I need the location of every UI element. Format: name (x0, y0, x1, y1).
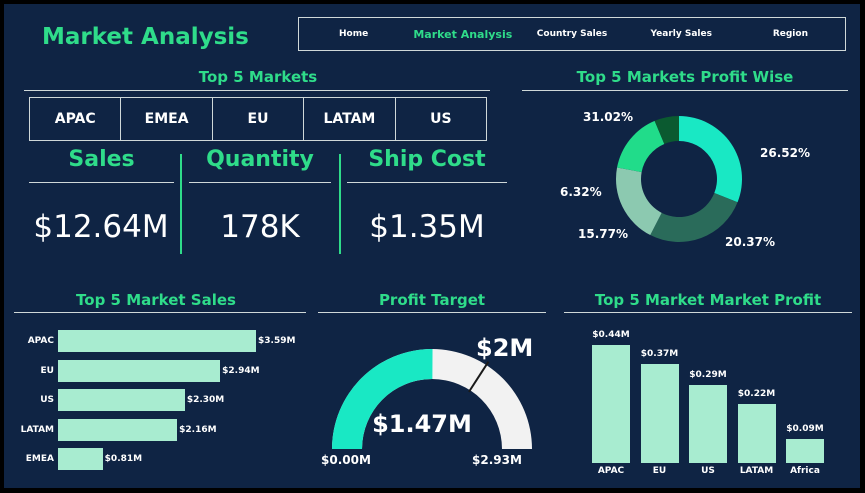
bar-category-label: EMEA (25, 454, 54, 464)
top-markets-title: Top 5 Markets (198, 68, 318, 86)
nav-item-country-sales[interactable]: Country Sales (517, 29, 626, 39)
donut-slice[interactable] (617, 120, 665, 173)
nav-bar: Home Market Analysis Country Sales Yearl… (298, 17, 846, 51)
kpi-quantity-value: 178K (220, 209, 300, 245)
donut-label: 26.52% (760, 146, 810, 160)
bar-value-label: $0.81M (104, 454, 143, 464)
donut-label: 6.32% (560, 185, 602, 199)
kpi-sales-rule (29, 182, 174, 183)
market-slicer-item[interactable]: EMEA (121, 98, 213, 140)
bar-value-label: $2.94M (222, 365, 260, 376)
bar-category-label: LATAM (20, 424, 54, 435)
donut-title: Top 5 Markets Profit Wise (576, 68, 794, 86)
kpi-ship-cost-value: $1.35M (369, 209, 485, 245)
bar[interactable] (58, 448, 103, 470)
bar[interactable] (58, 389, 185, 411)
bar[interactable] (737, 404, 776, 463)
nav-item-yearly-sales[interactable]: Yearly Sales (627, 29, 736, 39)
kpi-sales-value: $12.64M (33, 209, 169, 245)
bar-category-label: APAC (27, 336, 54, 346)
bar-value-label: $0.22M (737, 389, 776, 399)
market-slicer: APAC EMEA EU LATAM US (29, 97, 487, 141)
nav-item-region[interactable]: Region (736, 29, 845, 39)
bar-category-label: Africa (790, 466, 820, 476)
kpi-ship-cost-rule (347, 182, 507, 183)
donut-rule (522, 90, 848, 91)
bar-value-label: $3.59M (258, 336, 296, 346)
page-title: Market Analysis (42, 24, 249, 50)
gauge-max-label: $2.93M (472, 453, 522, 467)
bar-value-label: $2.30M (186, 395, 225, 405)
market-sales-rule (14, 312, 306, 313)
market-sales-title: Top 5 Market Sales (76, 291, 236, 309)
bar[interactable] (58, 418, 178, 441)
gauge-value-label: $1.47M (372, 410, 472, 438)
nav-item-home[interactable]: Home (299, 29, 408, 39)
market-profit-title: Top 5 Market Market Profit (594, 291, 822, 309)
donut-label: 31.02% (583, 110, 633, 124)
bar-category-label: US (40, 395, 54, 405)
kpi-quantity-label: Quantity (206, 147, 314, 172)
kpi-sales-label: Sales (68, 147, 135, 172)
bar-value-label: $2.16M (179, 424, 217, 435)
market-slicer-item[interactable]: EU (213, 98, 305, 140)
market-slicer-item[interactable]: APAC (30, 98, 122, 140)
donut-label: 20.37% (725, 235, 775, 249)
profit-target-rule (318, 312, 546, 313)
bar-value-label: $0.29M (689, 370, 727, 381)
bar-category-label: EU (40, 365, 54, 376)
bar-category-label: APAC (597, 466, 625, 476)
market-profit-bar-chart: $0.44M APAC $0.37M EU $0.29M US $0.22M LATAM $0.… (574, 319, 854, 484)
dashboard-frame: Market Analysis Home Market Analysis Cou… (4, 4, 860, 488)
gauge-target-label: $2M (476, 334, 534, 362)
bar-value-label: $0.09M (786, 423, 824, 434)
bar-category-label: US (701, 466, 715, 476)
kpi-quantity-rule (189, 182, 331, 183)
bar[interactable] (58, 359, 221, 382)
donut-label: 15.77% (578, 227, 628, 241)
top-markets-rule (24, 90, 490, 91)
market-slicer-item[interactable]: US (396, 98, 486, 140)
donut-slice[interactable] (616, 167, 662, 236)
bar[interactable] (58, 330, 256, 352)
market-sales-bar-chart: APAC $3.59M EU $2.94M US $2.30M LATAM $2.16M EME… (4, 330, 304, 475)
donut-slice[interactable] (679, 116, 742, 203)
bar[interactable] (786, 438, 824, 463)
bar[interactable] (592, 345, 630, 463)
kpi-ship-cost-label: Ship Cost (368, 147, 486, 172)
bar[interactable] (640, 363, 679, 463)
bar-category-label: EU (652, 466, 667, 476)
nav-item-market-analysis[interactable]: Market Analysis (408, 28, 517, 41)
bar-value-label: $0.44M (592, 330, 630, 340)
bar-category-label: LATAM (739, 466, 774, 476)
market-slicer-item[interactable]: LATAM (304, 98, 396, 140)
kpi-divider (180, 154, 182, 254)
bar[interactable] (689, 385, 727, 463)
kpi-divider (339, 154, 341, 254)
profit-target-title: Profit Target (378, 291, 486, 309)
gauge-min-label: $0.00M (321, 453, 371, 467)
bar-value-label: $0.37M (640, 348, 679, 359)
market-profit-rule (564, 312, 852, 313)
